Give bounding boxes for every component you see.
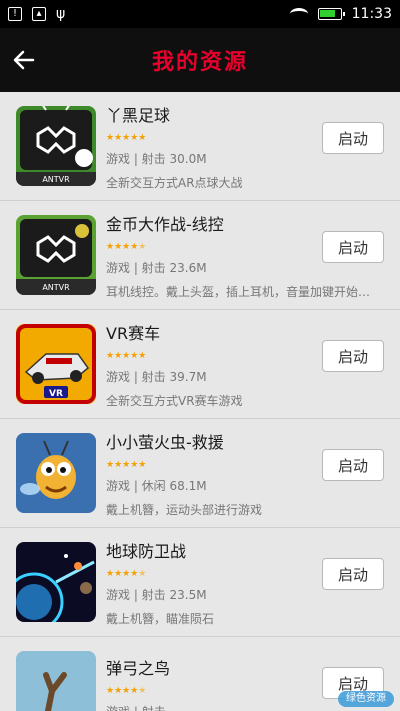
slingshot-bird-icon xyxy=(16,651,96,711)
battery-icon xyxy=(317,8,345,20)
launch-button[interactable]: 启动 xyxy=(322,122,384,154)
wifi-icon xyxy=(289,8,308,20)
usb-icon: ψ xyxy=(56,6,66,22)
status-time: 11:33 xyxy=(351,6,392,22)
launch-button[interactable]: 启动 xyxy=(322,558,384,590)
back-button[interactable] xyxy=(0,28,48,92)
svg-text:ANTVR: ANTVR xyxy=(42,175,70,184)
app-desc: 全新交互方式VR赛车游戏 xyxy=(106,393,243,408)
earth-defense-icon xyxy=(16,542,96,622)
svg-text:ANTVR: ANTVR xyxy=(42,283,70,292)
list-item[interactable]: VR VR赛车 ★★★★★ 游戏 | 射击 39.7M 全新交互方式VR赛车游戏… xyxy=(0,310,400,419)
app-desc: 戴上机簪，运动头部进行游戏 xyxy=(106,502,263,517)
launch-button[interactable]: 启动 xyxy=(322,449,384,481)
page-title: 我的资源 xyxy=(151,50,248,75)
svg-text:VR: VR xyxy=(49,389,63,399)
antvr-coin-icon: ANTVR xyxy=(16,215,96,295)
app-desc: 戴上机簪，瞄准陨石 xyxy=(106,611,215,626)
image-icon: ▴ xyxy=(32,7,46,21)
list-item[interactable]: ANTVR 金币大作战-线控 ★★★★★ 游戏 | 射击 23.6M 耳机线控。… xyxy=(0,201,400,310)
resource-list: ANTVR 丫黑足球 ★★★★★ 游戏 | 射击 30.0M 全新交互方式AR点… xyxy=(0,92,400,711)
list-item[interactable]: ANTVR 丫黑足球 ★★★★★ 游戏 | 射击 30.0M 全新交互方式AR点… xyxy=(0,92,400,201)
launch-button[interactable]: 启动 xyxy=(322,340,384,372)
firefly-icon xyxy=(16,433,96,513)
list-item[interactable]: 地球防卫战 ★★★★★ 游戏 | 射击 23.5M 戴上机簪，瞄准陨石 启动 xyxy=(0,528,400,637)
list-item[interactable]: 小小萤火虫-救援 ★★★★★ 游戏 | 休闲 68.1M 戴上机簪，运动头部进行… xyxy=(0,419,400,528)
alert-icon: ! xyxy=(8,7,22,21)
app-bar: 我的资源 xyxy=(0,28,400,92)
back-arrow-icon xyxy=(13,50,35,70)
app-desc: 耳机线控。戴上头盔，插上耳机，音量加键开始游戏 xyxy=(106,284,376,299)
watermark-badge: 绿色资源 xyxy=(338,691,394,707)
launch-button[interactable]: 启动 xyxy=(322,231,384,263)
status-bar: ! ▴ ψ 11:33 xyxy=(0,0,400,28)
vr-racing-icon: VR xyxy=(16,324,96,404)
app-desc: 全新交互方式AR点球大战 xyxy=(106,175,243,190)
antvr-football-icon: ANTVR xyxy=(16,106,96,186)
